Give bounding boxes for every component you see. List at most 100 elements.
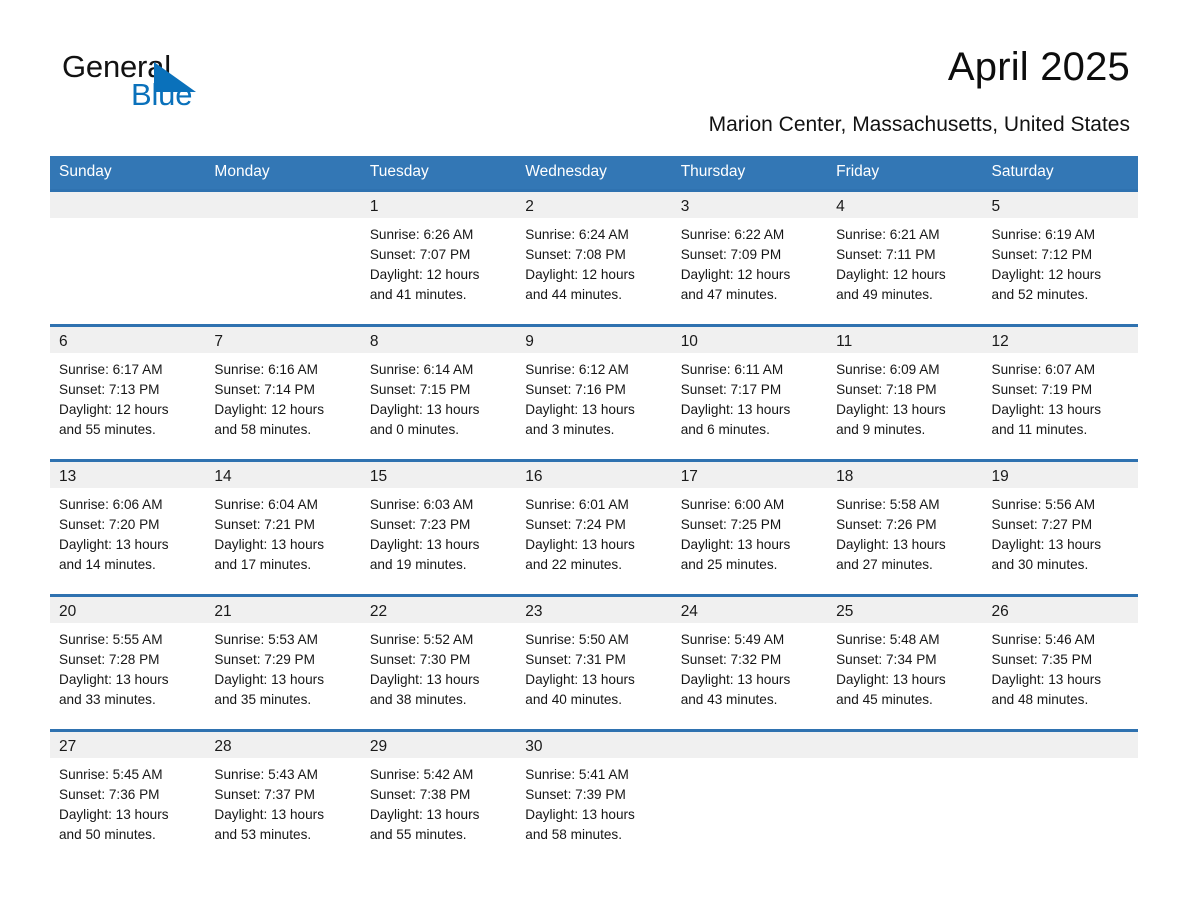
- day-details: Sunrise: 5:52 AM Sunset: 7:30 PM Daylight:…: [361, 623, 516, 710]
- calendar-day-cell[interactable]: 23 Sunrise: 5:50 AM Sunset: 7:31 PM Dayligh…: [516, 594, 672, 731]
- calendar-day-cell[interactable]: 3 Sunrise: 6:22 AM Sunset: 7:09 PM Daylight…: [671, 189, 828, 326]
- day-details: Sunrise: 6:00 AM Sunset: 7:25 PM Daylight:…: [672, 488, 827, 575]
- day-sunrise-text: Sunrise: 5:46 AM: [991, 632, 1096, 647]
- calendar-day-cell[interactable]: 17 Sunrise: 6:00 AM Sunset: 7:25 PM Dayligh…: [671, 459, 828, 596]
- day-number: 8: [360, 327, 517, 353]
- day-daylight-line1-text: Daylight: 13 hours: [59, 807, 169, 822]
- day-daylight-line2-text: and 25 minutes.: [680, 557, 778, 572]
- day-number: 3: [671, 192, 828, 218]
- calendar-day-cell[interactable]: 14 Sunrise: 6:04 AM Sunset: 7:21 PM Dayligh…: [205, 459, 361, 596]
- general-blue-logo[interactable]: General Blue: [58, 44, 288, 118]
- day-daylight-line1-text: Daylight: 13 hours: [991, 402, 1102, 417]
- logo-text-blue: Blue: [131, 77, 193, 112]
- calendar-day-cell[interactable]: 8 Sunrise: 6:14 AM Sunset: 7:15 PM Daylight…: [360, 324, 517, 461]
- day-sunset-text: Sunset: 7:38 PM: [369, 787, 471, 802]
- day-number: 13: [50, 462, 206, 488]
- calendar-day-cell[interactable]: 28 Sunrise: 5:43 AM Sunset: 7:37 PM Dayligh…: [205, 729, 361, 866]
- calendar-day-cell[interactable]: 19 Sunrise: 5:56 AM Sunset: 7:27 PM Dayligh…: [982, 459, 1138, 596]
- day-daylight-line1-text: Daylight: 12 hours: [525, 267, 635, 282]
- calendar-day-cell[interactable]: 4 Sunrise: 6:21 AM Sunset: 7:11 PM Daylight…: [827, 189, 983, 326]
- day-sunset-text: Sunset: 7:27 PM: [991, 517, 1093, 532]
- calendar-day-cell[interactable]: 18 Sunrise: 5:58 AM Sunset: 7:26 PM Dayligh…: [827, 459, 983, 596]
- calendar-day-cell-empty: [50, 189, 206, 326]
- day-sunset-text: Sunset: 7:32 PM: [680, 652, 782, 667]
- day-daylight-line2-text: and 40 minutes.: [525, 692, 622, 707]
- day-number: 20: [50, 597, 206, 623]
- calendar-day-cell[interactable]: 20 Sunrise: 5:55 AM Sunset: 7:28 PM Dayligh…: [50, 594, 206, 731]
- day-sunset-text: Sunset: 7:14 PM: [214, 382, 315, 397]
- calendar-day-cell[interactable]: 25 Sunrise: 5:48 AM Sunset: 7:34 PM Dayligh…: [827, 594, 983, 731]
- day-sunrise-text: Sunrise: 5:43 AM: [214, 767, 318, 782]
- calendar-day-cell[interactable]: 21 Sunrise: 5:53 AM Sunset: 7:29 PM Dayligh…: [205, 594, 361, 731]
- calendar-day-cell[interactable]: 5 Sunrise: 6:19 AM Sunset: 7:12 PM Daylight…: [982, 189, 1138, 326]
- weekday-header-saturday: Saturday: [982, 156, 1138, 191]
- day-sunset-text: Sunset: 7:23 PM: [369, 517, 471, 532]
- day-details: Sunrise: 6:22 AM Sunset: 7:09 PM Daylight:…: [672, 218, 827, 305]
- calendar-day-cell[interactable]: 12 Sunrise: 6:07 AM Sunset: 7:19 PM Dayligh…: [982, 324, 1138, 461]
- page-header: General Blue April 2025: [0, 0, 1188, 112]
- day-sunrise-text: Sunrise: 5:49 AM: [680, 632, 785, 647]
- calendar-day-cell[interactable]: 30 Sunrise: 5:41 AM Sunset: 7:39 PM Dayligh…: [516, 729, 672, 866]
- day-sunrise-text: Sunrise: 6:12 AM: [525, 362, 629, 377]
- calendar-day-cell[interactable]: 16 Sunrise: 6:01 AM Sunset: 7:24 PM Dayligh…: [516, 459, 672, 596]
- day-daylight-line1-text: Daylight: 13 hours: [214, 672, 324, 687]
- day-number: [205, 192, 361, 218]
- calendar-day-cell-empty: [671, 729, 828, 866]
- day-sunrise-text: Sunrise: 5:55 AM: [59, 632, 163, 647]
- day-daylight-line1-text: Daylight: 13 hours: [369, 807, 480, 822]
- calendar-day-cell[interactable]: 26 Sunrise: 5:46 AM Sunset: 7:35 PM Dayligh…: [982, 594, 1138, 731]
- day-sunset-text: Sunset: 7:20 PM: [59, 517, 160, 532]
- day-daylight-line2-text: and 27 minutes.: [836, 557, 933, 572]
- calendar-day-cell[interactable]: 27 Sunrise: 5:45 AM Sunset: 7:36 PM Dayligh…: [50, 729, 206, 866]
- calendar-day-cell[interactable]: 29 Sunrise: 5:42 AM Sunset: 7:38 PM Dayligh…: [360, 729, 517, 866]
- calendar-day-cell[interactable]: 2 Sunrise: 6:24 AM Sunset: 7:08 PM Daylight…: [516, 189, 672, 326]
- day-number: [827, 732, 983, 758]
- day-number: 12: [982, 327, 1138, 353]
- day-daylight-line1-text: Daylight: 13 hours: [680, 672, 791, 687]
- day-sunrise-text: Sunrise: 5:48 AM: [836, 632, 940, 647]
- calendar-day-cell[interactable]: 15 Sunrise: 6:03 AM Sunset: 7:23 PM Dayligh…: [360, 459, 517, 596]
- day-number: 4: [827, 192, 983, 218]
- day-daylight-line1-text: Daylight: 12 hours: [991, 267, 1102, 282]
- day-daylight-line1-text: Daylight: 13 hours: [680, 537, 791, 552]
- day-number: 16: [516, 462, 672, 488]
- day-sunrise-text: Sunrise: 5:56 AM: [991, 497, 1096, 512]
- day-sunset-text: Sunset: 7:11 PM: [836, 247, 936, 262]
- calendar-day-cell[interactable]: 11 Sunrise: 6:09 AM Sunset: 7:18 PM Dayligh…: [827, 324, 983, 461]
- day-number: 19: [982, 462, 1138, 488]
- day-sunrise-text: Sunrise: 5:53 AM: [214, 632, 318, 647]
- day-daylight-line2-text: and 30 minutes.: [991, 557, 1089, 572]
- day-number: 28: [205, 732, 361, 758]
- day-details: Sunrise: 6:12 AM Sunset: 7:16 PM Daylight:…: [516, 353, 671, 440]
- calendar-day-cell[interactable]: 10 Sunrise: 6:11 AM Sunset: 7:17 PM Dayligh…: [671, 324, 828, 461]
- day-number: 21: [205, 597, 361, 623]
- day-sunrise-text: Sunrise: 6:03 AM: [369, 497, 474, 512]
- calendar-day-cell[interactable]: 24 Sunrise: 5:49 AM Sunset: 7:32 PM Dayligh…: [671, 594, 828, 731]
- day-number: 5: [982, 192, 1138, 218]
- day-daylight-line2-text: and 0 minutes.: [369, 422, 460, 437]
- day-sunset-text: Sunset: 7:13 PM: [59, 382, 160, 397]
- day-sunset-text: Sunset: 7:31 PM: [525, 652, 626, 667]
- page-title: April 2025: [947, 45, 1130, 89]
- calendar-day-cell[interactable]: 9 Sunrise: 6:12 AM Sunset: 7:16 PM Daylight…: [516, 324, 672, 461]
- day-daylight-line1-text: Daylight: 12 hours: [836, 267, 946, 282]
- day-details: Sunrise: 6:19 AM Sunset: 7:12 PM Daylight:…: [983, 218, 1138, 305]
- day-number: 1: [360, 192, 517, 218]
- title-block: April 2025: [948, 44, 1130, 90]
- weekday-header-tuesday: Tuesday: [360, 156, 517, 191]
- day-daylight-line1-text: Daylight: 12 hours: [369, 267, 480, 282]
- calendar-day-cell[interactable]: 22 Sunrise: 5:52 AM Sunset: 7:30 PM Dayligh…: [360, 594, 517, 731]
- day-sunrise-text: Sunrise: 6:17 AM: [59, 362, 163, 377]
- calendar-day-cell[interactable]: 1 Sunrise: 6:26 AM Sunset: 7:07 PM Daylight…: [360, 189, 517, 326]
- day-sunrise-text: Sunrise: 6:21 AM: [836, 227, 940, 242]
- calendar-week-row: 20 Sunrise: 5:55 AM Sunset: 7:28 PM Dayligh…: [50, 594, 1138, 731]
- day-sunset-text: Sunset: 7:07 PM: [369, 247, 471, 262]
- day-sunrise-text: Sunrise: 6:07 AM: [991, 362, 1096, 377]
- calendar-day-cell[interactable]: 7 Sunrise: 6:16 AM Sunset: 7:14 PM Daylight…: [205, 324, 361, 461]
- day-daylight-line1-text: Daylight: 13 hours: [836, 402, 946, 417]
- day-details: Sunrise: 5:56 AM Sunset: 7:27 PM Daylight:…: [983, 488, 1138, 575]
- calendar-page: General Blue April 2025 Marion Center, M…: [0, 0, 1188, 918]
- day-details: Sunrise: 5:46 AM Sunset: 7:35 PM Daylight:…: [983, 623, 1138, 710]
- calendar-day-cell[interactable]: 13 Sunrise: 6:06 AM Sunset: 7:20 PM Dayligh…: [50, 459, 206, 596]
- calendar-day-cell[interactable]: 6 Sunrise: 6:17 AM Sunset: 7:13 PM Daylight…: [50, 324, 206, 461]
